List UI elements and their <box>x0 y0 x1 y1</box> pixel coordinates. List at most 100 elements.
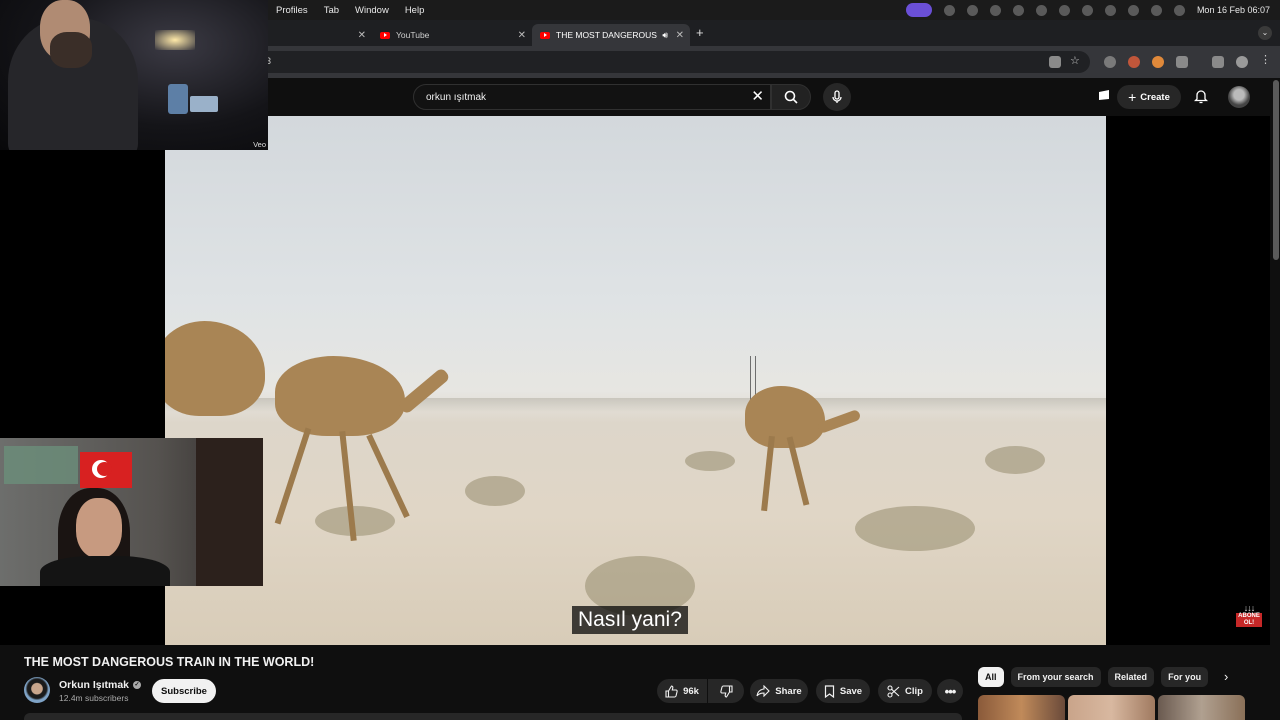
studio-icon[interactable] <box>1097 88 1111 102</box>
video-frame[interactable]: Nasıl yani? <box>165 116 1106 645</box>
streamer-shirt <box>40 556 170 586</box>
related-video-thumbnail[interactable] <box>978 695 1065 720</box>
wifi-icon[interactable] <box>1104 4 1116 16</box>
extension-icon[interactable] <box>1104 56 1116 68</box>
menu-window[interactable]: Window <box>355 5 389 16</box>
siri-icon[interactable] <box>1173 4 1185 16</box>
extension-icon[interactable] <box>1128 56 1140 68</box>
save-bookmark-icon <box>824 684 835 698</box>
extension-icon[interactable] <box>1152 56 1164 68</box>
car-display <box>190 96 218 112</box>
create-label: Create <box>1140 91 1170 103</box>
speaker-icon[interactable]: 🔊︎ <box>662 30 668 41</box>
related-filter-chips: All From your search Related For you <box>978 667 1209 687</box>
description-box[interactable] <box>24 713 962 720</box>
search-icon[interactable] <box>1127 4 1139 16</box>
account-avatar[interactable] <box>1228 86 1250 108</box>
related-video-thumbnail[interactable] <box>1158 695 1245 720</box>
menu-help[interactable]: Help <box>405 5 425 16</box>
camel-leg <box>761 435 775 512</box>
bookmark-star-icon[interactable]: ☆ <box>1070 54 1082 67</box>
notifications-bell-icon[interactable] <box>1194 88 1208 104</box>
channel-name[interactable]: Orkun Işıtmak <box>59 679 129 691</box>
scrollbar-thumb[interactable] <box>1273 80 1279 260</box>
search-input[interactable]: orkun ışıtmak ✕ <box>413 84 771 110</box>
thumbs-down-icon <box>719 684 733 698</box>
camel-leg <box>274 427 312 525</box>
webcam-watermark: Veo <box>253 140 266 149</box>
kebab-menu-icon[interactable]: ⋮ <box>1260 53 1272 66</box>
car-icon[interactable] <box>1035 4 1047 16</box>
video-player[interactable]: Nasıl yani? Veo <box>0 0 1270 645</box>
flag-crescent-cut <box>97 462 112 476</box>
microphone-icon <box>832 90 842 103</box>
extensions-puzzle-icon[interactable] <box>1176 56 1188 68</box>
wall-map <box>4 446 78 484</box>
reading-list-icon[interactable] <box>1212 56 1224 68</box>
webcam-overlay-streamer <box>0 438 263 586</box>
tab-youtube[interactable]: YouTube ✕ <box>372 24 532 46</box>
clip-button[interactable]: Clip <box>878 679 932 703</box>
like-button[interactable]: 96k <box>657 679 707 703</box>
create-button[interactable]: + Create <box>1117 85 1181 109</box>
streamer-face <box>76 498 122 558</box>
camel <box>275 356 405 436</box>
driver-beard <box>50 32 92 68</box>
chevron-right-icon[interactable]: › <box>1224 669 1228 684</box>
thumbs-up-icon <box>665 684 678 698</box>
chip-from-your-search[interactable]: From your search <box>1010 667 1101 687</box>
install-icon[interactable] <box>1049 56 1061 68</box>
voice-search-button[interactable] <box>823 83 851 111</box>
page-scrollbar[interactable] <box>1272 78 1280 720</box>
room-door <box>196 438 263 586</box>
street-light <box>155 30 195 50</box>
dislike-button[interactable] <box>708 679 744 703</box>
chip-for-you[interactable]: For you <box>1161 667 1209 687</box>
channel-name-row[interactable]: Orkun Işıtmak ✓ <box>59 679 142 691</box>
app-menus: Profiles Tab Window Help <box>276 5 424 16</box>
share-arrow-icon <box>756 685 771 697</box>
pen-icon[interactable] <box>989 4 1001 16</box>
subscribe-button[interactable]: Subscribe <box>152 679 216 703</box>
save-button[interactable]: Save <box>816 679 870 703</box>
abone-ol-label: ABONE OL! <box>1236 613 1262 627</box>
profile-icon[interactable] <box>1236 56 1248 68</box>
share-button[interactable]: Share <box>750 679 808 703</box>
related-video-thumbnail[interactable] <box>1068 695 1155 720</box>
clear-search-icon[interactable]: ✕ <box>751 88 764 106</box>
chip-related[interactable]: Related <box>1107 667 1155 687</box>
video-subtitle: Nasıl yani? <box>572 606 688 634</box>
clip-label: Clip <box>905 685 923 697</box>
more-actions-button[interactable]: ••• <box>937 679 963 703</box>
camel <box>165 321 265 416</box>
new-tab-button[interactable]: + <box>696 25 704 40</box>
like-count: 96k <box>683 685 699 697</box>
address-bar[interactable]: 3 <box>250 51 1090 73</box>
tab-active-video[interactable]: THE MOST DANGEROUS 🔊︎ ✕ <box>532 24 690 46</box>
shrub <box>985 446 1045 474</box>
control-center-icon[interactable] <box>1150 4 1162 16</box>
verified-icon: ✓ <box>133 681 142 689</box>
extension-status-icon[interactable] <box>943 4 955 16</box>
search-button[interactable] <box>771 84 811 110</box>
menu-tab[interactable]: Tab <box>324 5 339 16</box>
battery-icon[interactable] <box>1081 4 1093 16</box>
save-label: Save <box>839 685 863 697</box>
headphones-icon[interactable] <box>1058 4 1070 16</box>
tab-search-icon[interactable]: ⌄ <box>1258 26 1272 40</box>
search-icon <box>784 90 798 104</box>
clock[interactable]: Mon 16 Feb 06:07 <box>1197 5 1270 15</box>
more-dots-icon: ••• <box>944 683 957 699</box>
close-tab-icon[interactable]: ✕ <box>518 30 526 41</box>
screen-record-icon[interactable] <box>905 3 932 17</box>
menu-profiles[interactable]: Profiles <box>276 5 308 16</box>
tab-hidden[interactable]: ✕ <box>268 24 372 46</box>
close-tab-icon[interactable]: ✕ <box>358 30 366 41</box>
share-label: Share <box>775 685 802 697</box>
channel-avatar[interactable] <box>24 677 50 703</box>
play-icon[interactable] <box>1012 4 1024 16</box>
close-tab-icon[interactable]: ✕ <box>676 30 684 41</box>
sync-icon[interactable] <box>966 4 978 16</box>
chip-all[interactable]: All <box>978 667 1004 687</box>
camel <box>745 386 825 448</box>
